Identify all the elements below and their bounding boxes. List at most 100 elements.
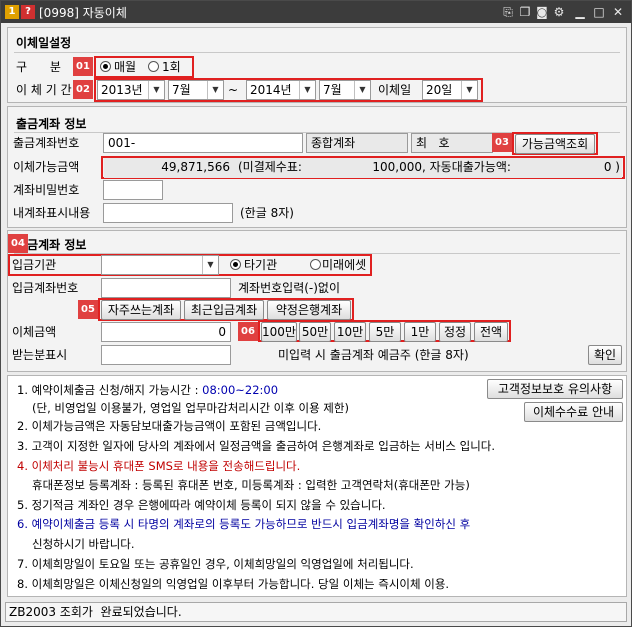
badge-06: 06: [238, 322, 258, 341]
radio-other-institution[interactable]: [230, 259, 241, 270]
notice-line-7: 7. 이체희망일이 토요일 또는 공휴일인 경우, 이체희망일의 익영업일에 처…: [17, 557, 414, 571]
transfer-date-title: 이체일설정: [16, 36, 72, 50]
notice-line-8: 8. 이체희망일은 이체신청일의 익영업일 이후부터 가능합니다. 당일 이체는…: [17, 577, 450, 591]
confirm-button[interactable]: 확인: [588, 345, 622, 365]
radio-once[interactable]: [148, 61, 159, 72]
copy-icon[interactable]: ❐: [517, 4, 533, 20]
end-month-value: 7월: [323, 83, 342, 97]
quick-amount-5man-button[interactable]: 5만: [369, 322, 401, 342]
password-input[interactable]: [103, 180, 163, 200]
privacy-notice-button[interactable]: 고객정보보호 유의사항: [487, 379, 623, 399]
notice-line-6: 6. 예약이체출금 등록 시 타명의 계좌로의 등록도 가능하므로 반드시 입금…: [17, 517, 471, 531]
transfer-day-select[interactable]: 20일 ▼: [422, 80, 478, 100]
radio-once-label: 1회: [162, 60, 181, 74]
password-label: 계좌비밀번호: [13, 183, 80, 197]
start-year-select[interactable]: 2013년 ▼: [97, 80, 165, 100]
transfer-day-value: 20일: [426, 83, 453, 97]
withdraw-title: 출금계좌 정보: [16, 117, 87, 131]
chevron-down-icon: ▼: [207, 81, 223, 99]
account-type-display: 종합계좌: [306, 133, 408, 153]
notice-panel: 고객정보보호 유의사항 이체수수료 안내 1. 예약이체출금 신청/해지 가능시…: [7, 375, 627, 597]
amount-correct-button[interactable]: 정정: [439, 322, 471, 342]
tilde-separator: ~: [228, 83, 239, 97]
notice-line-1b: (단, 비영업일 이용불가, 영업일 업무마감처리시간 이후 이용 제한): [32, 401, 349, 415]
chevron-down-icon: ▼: [299, 81, 315, 99]
auto-loan-label: , 자동대출가능액:: [422, 160, 511, 174]
quick-amount-10man-button[interactable]: 10만: [334, 322, 366, 342]
deposit-account-label: 입금계좌번호: [12, 281, 79, 295]
start-month-select[interactable]: 7월 ▼: [168, 80, 224, 100]
withdraw-account-input[interactable]: 001-: [103, 133, 303, 153]
available-amount-label: 이체가능금액: [13, 160, 80, 174]
badge-01: 01: [73, 57, 93, 76]
notice-line-1: 1. 예약이체출금 신청/해지 가능시간 : 08:00~22:00: [17, 382, 278, 398]
transfer-amount-input[interactable]: 0: [101, 322, 231, 342]
bank-select[interactable]: ▼: [101, 255, 219, 275]
quick-amount-1man-button[interactable]: 1만: [404, 322, 436, 342]
badge-03: 03: [492, 133, 512, 152]
period-label: 이 체 기 간: [16, 83, 72, 97]
notice-line-6b: 신청하시기 바랍니다.: [32, 537, 135, 551]
bank-label: 입금기관: [12, 258, 57, 272]
start-year-value: 2013년: [101, 83, 143, 97]
transfer-amount-label: 이체금액: [12, 325, 57, 339]
chevron-down-icon: ▼: [202, 256, 218, 274]
notice-line-4b: 휴대폰정보 등록계좌 : 등록된 휴대폰 번호, 미등록계좌 : 입력한 고객연…: [32, 478, 470, 492]
help-icon[interactable]: ?: [21, 5, 35, 19]
chevron-down-icon: ▼: [461, 81, 477, 99]
radio-monthly[interactable]: [100, 61, 111, 72]
available-amount-row: 49,871,566 (미결제수표: 100,000 , 자동대출가능액: 0 …: [104, 158, 622, 178]
title-bar: 1 ? [0998] 자동이체 ⎘ ❐ ◙ ⚙ ▁ □ ✕: [1, 1, 631, 23]
type-label: 구 분: [16, 60, 61, 74]
app-icon: 1: [5, 5, 19, 19]
radio-mirae-label: 미래에셋: [322, 258, 367, 272]
end-year-select[interactable]: 2014년 ▼: [246, 80, 316, 100]
deposit-account-hint: 계좌번호입력(-)없이: [238, 281, 341, 295]
check-available-amount-button[interactable]: 가능금액조회: [515, 134, 595, 154]
minimize-icon[interactable]: ▁: [572, 4, 588, 20]
radio-monthly-label: 매월: [114, 60, 137, 74]
link-icon[interactable]: ⎘: [500, 4, 516, 20]
radio-other-label: 타기관: [244, 258, 278, 272]
receiver-label: 받는분표시: [12, 348, 68, 362]
notice-line-2: 2. 이체가능금액은 자동담보대출가능금액이 포함된 금액입니다.: [17, 419, 322, 433]
auto-loan-value: 0 ): [603, 160, 620, 174]
quick-amount-50man-button[interactable]: 50만: [299, 322, 331, 342]
notice-line-5: 5. 정기적금 계좌인 경우 은행에따라 예약이체 등록이 되지 않을 수 있습…: [17, 498, 386, 512]
badge-02: 02: [73, 80, 93, 99]
maximize-icon[interactable]: □: [591, 4, 607, 20]
favorite-account-button[interactable]: 자주쓰는계좌: [101, 300, 181, 320]
recent-account-button[interactable]: 최근입금계좌: [184, 300, 264, 320]
memo-label: 내계좌표시내용: [13, 206, 91, 220]
transfer-date-panel: 이체일설정 구 분 01 매월 1회 이 체 기 간 02 2013년 ▼ 7월…: [7, 27, 627, 103]
auto-transfer-window: 1 ? [0998] 자동이체 ⎘ ❐ ◙ ⚙ ▁ □ ✕ 이체일설정 구 분 …: [0, 0, 632, 627]
chevron-down-icon: ▼: [354, 81, 370, 99]
end-month-select[interactable]: 7월 ▼: [319, 80, 371, 100]
divider: [14, 52, 620, 53]
close-icon[interactable]: ✕: [610, 4, 626, 20]
notice-line-1-text: 1. 예약이체출금 신청/해지 가능시간 :: [17, 383, 203, 397]
end-year-value: 2014년: [250, 83, 292, 97]
notice-line-4: 4. 이체처리 불능시 휴대폰 SMS로 내용을 전송해드립니다.: [17, 459, 301, 473]
notice-line-1-time: 08:00~22:00: [202, 383, 279, 397]
quick-amount-100man-button[interactable]: 100만: [261, 322, 297, 342]
deposit-account-input[interactable]: [101, 278, 231, 298]
fee-info-button[interactable]: 이체수수료 안내: [524, 402, 623, 422]
receiver-hint: 미입력 시 출금계좌 예금주 (한글 8자): [278, 348, 469, 362]
memo-input[interactable]: [103, 203, 233, 223]
receiver-input[interactable]: [101, 345, 231, 365]
window-title: [0998] 자동이체: [39, 6, 127, 20]
deposit-account-panel: 입금계좌 정보 04 입금기관 ▼ 타기관 미래에셋 입금계좌번호 계좌번호입력…: [7, 230, 627, 372]
memo-hint: (한글 8자): [240, 206, 294, 220]
withdraw-account-label: 출금계좌번호: [13, 136, 80, 150]
radio-mirae[interactable]: [310, 259, 321, 270]
agreed-bank-account-button[interactable]: 약정은행계좌: [267, 300, 351, 320]
start-month-value: 7월: [172, 83, 191, 97]
camera-icon[interactable]: ◙: [534, 4, 550, 20]
unsettled-check-label: (미결제수표:: [238, 160, 302, 174]
available-amount-value: 49,871,566: [161, 160, 230, 174]
transfer-day-label: 이체일: [378, 83, 412, 97]
gear-icon[interactable]: ⚙: [551, 4, 567, 20]
amount-all-button[interactable]: 전액: [474, 322, 508, 342]
badge-05: 05: [78, 300, 98, 319]
